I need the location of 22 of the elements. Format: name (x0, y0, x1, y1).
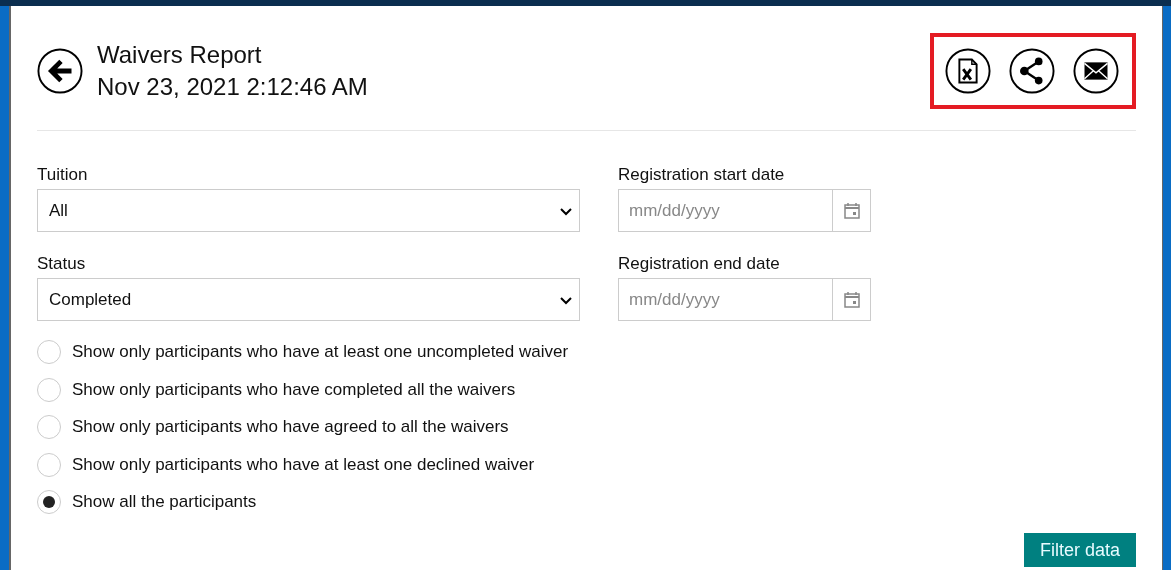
email-icon[interactable] (1073, 48, 1119, 94)
field-label: Status (37, 254, 87, 274)
radio-label[interactable]: Show only participants who have completed all the waivers (72, 377, 516, 402)
date-field[interactable]: mm/dd/yyyy (618, 189, 871, 232)
field-label: Tuition (37, 165, 89, 185)
radio-label[interactable]: Show only participants who have at least one declined waiver (72, 452, 535, 477)
filter-button[interactable]: Filter data (1023, 533, 1136, 567)
date-field[interactable]: mm/dd/yyyy (618, 278, 871, 321)
radio-label[interactable]: Show only participants who have at least one uncompleted waiver (72, 340, 569, 364)
field-label: Registration end date (618, 254, 781, 274)
back-icon[interactable] (37, 48, 83, 94)
radio-label[interactable]: Show only participants who have agreed to all the waivers (72, 415, 509, 439)
share-icon[interactable] (1009, 48, 1055, 94)
report-title: Waivers Report (97, 41, 263, 69)
spreadsheet-icon[interactable] (945, 48, 991, 94)
dropdown[interactable]: Completed (37, 278, 580, 321)
calendar-icon[interactable] (842, 201, 861, 220)
calendar-icon[interactable] (842, 290, 861, 309)
field-label: Registration start date (618, 165, 786, 185)
radio-label[interactable]: Show all the participants (72, 490, 257, 514)
report-date: Nov 23, 2021 2:12:46 AM (97, 73, 368, 101)
dropdown[interactable]: All (37, 189, 580, 232)
